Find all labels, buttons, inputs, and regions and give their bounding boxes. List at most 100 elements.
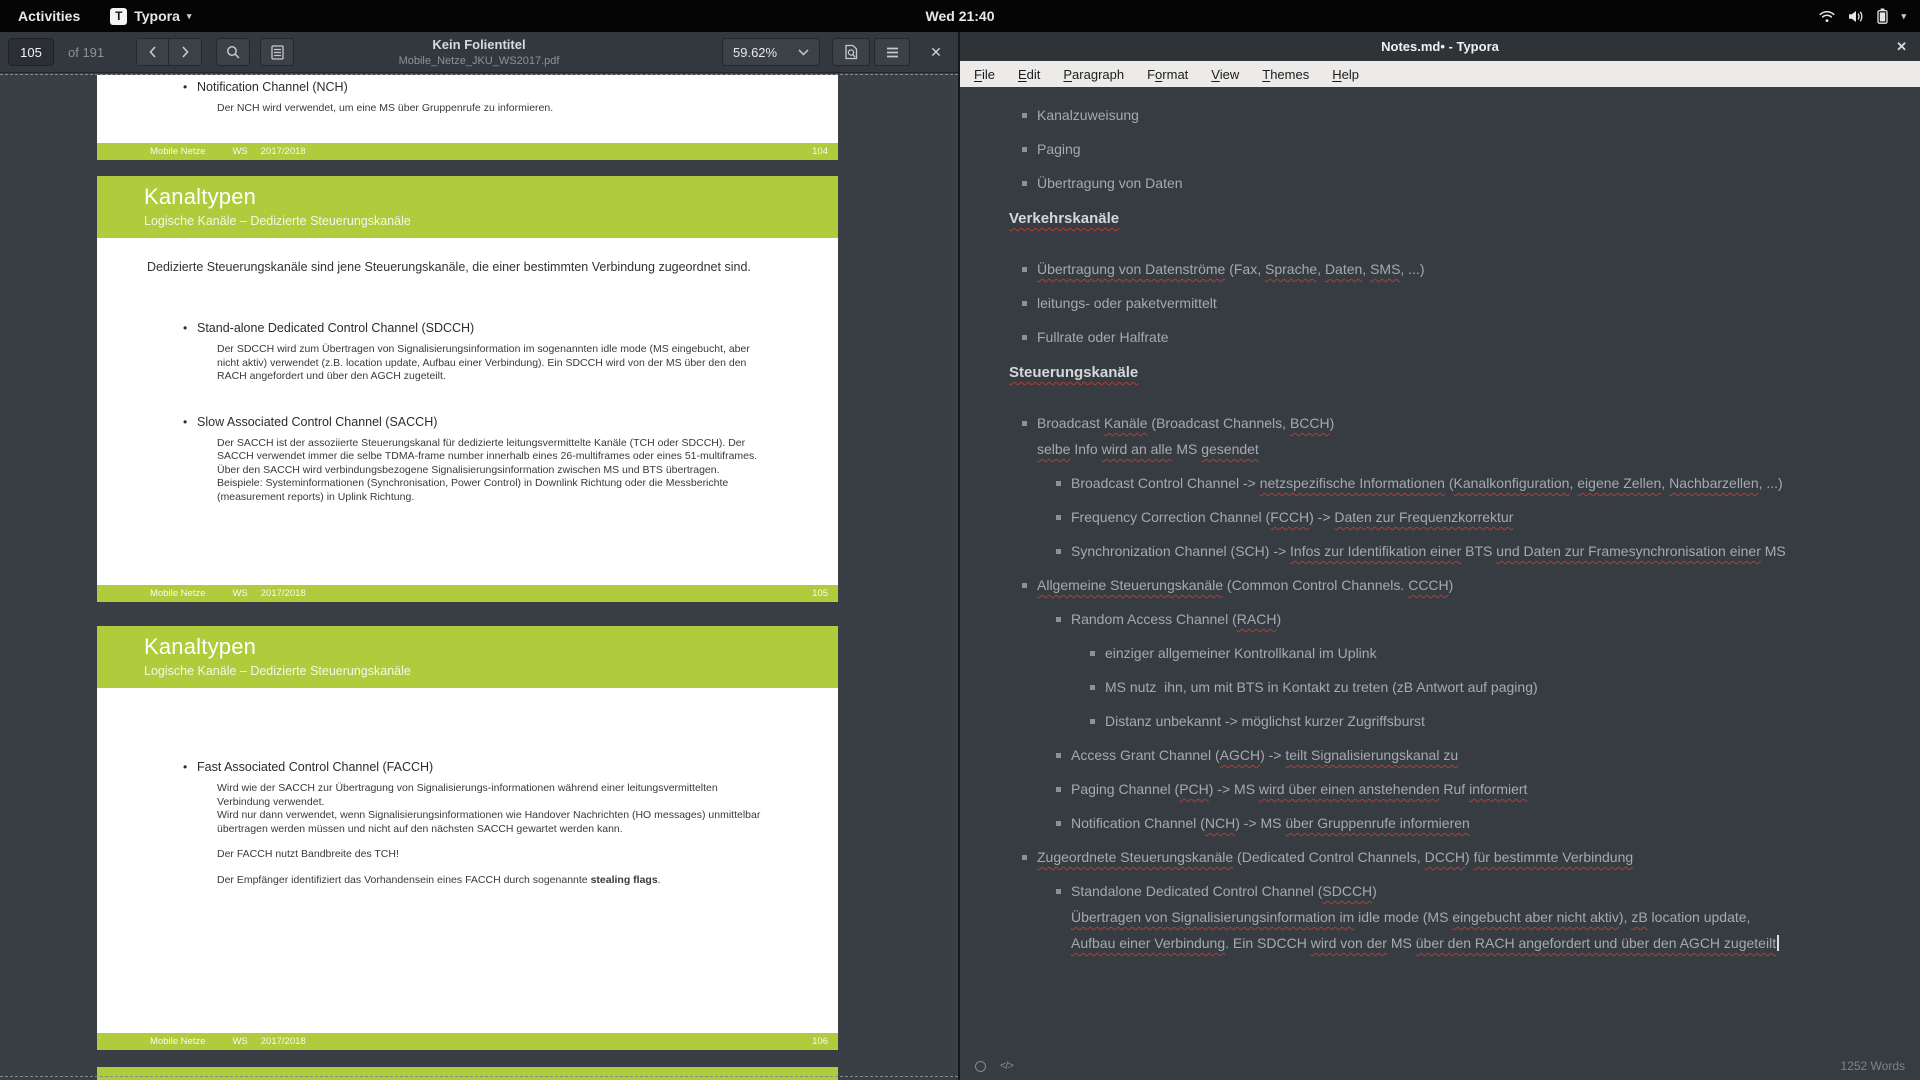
text-segment: ) [1465,849,1474,865]
text-segment: selbe [1037,441,1070,457]
text-segment: wird an alle [1102,441,1173,457]
text-segment: ) [1449,577,1454,593]
menu-themes[interactable]: Themes [1258,67,1313,82]
text-segment: ) [1372,883,1377,899]
note-line: selbe Info wird an alle MS gesendet [1037,439,1900,459]
text-segment: Notification Channel ( [1071,815,1205,831]
text-segment: stealing flags [591,874,658,886]
text-segment: MS [1761,543,1786,559]
menu-view[interactable]: View [1207,67,1243,82]
volume-icon [1848,10,1864,23]
note-line: Übertragung von Datenströme (Fax, Sprach… [1037,259,1900,279]
text-segment: Synchronization Channel (SCH) -> [1071,543,1290,559]
side-pane-toggle-button[interactable] [260,38,294,66]
typora-menu-bar: File Edit Paragraph Format View Themes Help [960,61,1920,87]
typora-title-bar[interactable]: Notes.md• - Typora ✕ [960,32,1920,61]
note-line: Übertragen von Signalisierungsinformatio… [1071,907,1900,927]
note-list-item: Synchronization Channel (SCH) -> Infos z… [1009,541,1900,561]
zoom-level-dropdown[interactable]: 59.62% [722,38,820,66]
text-segment: Random Access Channel ( [1071,611,1237,627]
chevron-down-icon: ▾ [187,11,192,22]
clock[interactable]: Wed 21:40 [0,8,1920,24]
text-segment: PCH [1179,781,1209,797]
text-segment: ) -> MS [1235,815,1285,831]
text-segment: wird über einen anstehenden [1259,781,1440,797]
slide-header: Kanaltypen Logische Kanäle – Dedizierte … [97,176,838,238]
source-code-mode-icon[interactable]: </> [1000,1060,1013,1072]
menu-button[interactable] [874,38,910,66]
close-window-button[interactable]: ✕ [921,38,951,66]
markdown-editor[interactable]: KanalzuweisungPagingÜbertragung von Date… [960,87,1920,1052]
text-segment: (Broadcast Channels, [1148,415,1290,431]
text-segment: Standalone Dedicated Control Channel ( [1071,883,1322,899]
activities-button[interactable]: Activities [0,0,98,32]
text-segment: AGCH [1220,747,1260,763]
text-segment: Kanäle [1104,415,1148,431]
slide-bullet-title: Slow Associated Control Channel (SACCH) [197,414,798,430]
footer-year: 2017/2018 [261,146,306,157]
pdf-viewer-window: of 191 Kein Folientitel Mobile_Netze_JKU… [0,32,959,1080]
slide-bullet-block: Slow Associated Control Channel (SACCH) D… [197,414,798,505]
footer-course: Mobile Netze [150,588,205,599]
text-segment: Der Empfänger identifiziert das Vorhande… [217,874,591,886]
app-menu-button[interactable]: T Typora ▾ [98,0,203,32]
menu-help[interactable]: Help [1328,67,1363,82]
footer-page-number: 105 [812,588,828,599]
slide-bullet-block: Fast Associated Control Channel (FACCH)W… [197,759,798,887]
text-segment: leitungs- oder paketvermittelt [1037,295,1217,311]
slide-paragraph: Der SACCH ist der assoziierte Steuerungs… [217,437,762,464]
note-list-item: MS nutz ihn, um mit BTS in Kontakt zu tr… [1009,677,1900,697]
note-line: Frequency Correction Channel (FCCH) -> D… [1071,507,1900,527]
note-line: Fullrate oder Halfrate [1037,327,1900,347]
slide-content: Fast Associated Control Channel (FACCH)W… [197,759,798,887]
document-title: Kein Folientitel [300,35,658,54]
menu-edit[interactable]: Edit [1014,67,1044,82]
text-segment: Übertragung von Datenströme [1037,261,1225,277]
outline-toggle-icon[interactable] [975,1061,986,1072]
menu-paragraph[interactable]: Paragraph [1059,67,1128,82]
menu-file[interactable]: File [970,67,999,82]
zoom-fit-page-button[interactable] [832,38,870,66]
slide-bullet-block: Notification Channel (NCH)Der NCH wird v… [197,79,798,116]
previous-page-button[interactable] [136,38,169,66]
slide-content: Stand-alone Dedicated Control Channel (S… [197,320,798,504]
text-segment: SMS [1370,261,1400,277]
text-segment: netzspezifische Informationen [1260,475,1445,491]
pdf-document-area[interactable]: Notification Channel (NCH)Der NCH wird v… [0,73,958,1080]
menu-format[interactable]: Format [1143,67,1192,82]
page-number-input[interactable] [8,38,54,66]
text-segment: DCCH [1425,849,1465,865]
text-segment: RACH [1237,611,1277,627]
text-segment: Daten zur Frequenzkorrektur [1334,509,1513,525]
next-page-button[interactable] [169,38,202,66]
text-segment: Broadcast Control Channel -> [1071,475,1260,491]
note-list-item: Notification Channel (NCH) -> MS über Gr… [1009,813,1900,833]
text-segment: Ruf [1440,781,1470,797]
search-button[interactable] [216,38,250,66]
note-list-item: Übertragung von Datenströme (Fax, Sprach… [1009,259,1900,279]
slide-content: Notification Channel (NCH)Der NCH wird v… [197,79,798,116]
close-window-button[interactable]: ✕ [1896,32,1907,61]
note-list-item: Distanz unbekannt -> möglichst kurzer Zu… [1009,711,1900,731]
note-list-item: Broadcast Kanäle (Broadcast Channels, BC… [1009,413,1900,459]
text-segment: gesendet [1201,441,1259,457]
pdf-page-107-sliver [97,1067,838,1080]
text-segment: Broadcast [1037,415,1104,431]
note-list-item: Allgemeine Steuerungskanäle (Common Cont… [1009,575,1900,595]
note-line: Aufbau einer Verbindung. Ein SDCCH wird … [1071,933,1900,953]
text-segment: NCH [1205,815,1235,831]
page-total-label: of 191 [62,38,110,66]
footer-course: Mobile Netze [150,146,205,157]
app-menu-label: Typora [134,8,180,24]
text-segment: MS [1172,441,1201,457]
text-segment: Steuerungskanäle [1009,364,1138,381]
slide-bullet-title: Fast Associated Control Channel (FACCH) [197,759,798,775]
zoom-level-value: 59.62% [733,45,777,60]
note-list-item: Broadcast Control Channel -> netzspezifi… [1009,473,1900,493]
system-tray[interactable]: ▾ [1819,8,1920,24]
text-segment: eigene Zellen [1577,475,1661,491]
chevron-down-icon [798,49,809,56]
note-line: Kanalzuweisung [1037,105,1900,125]
text-segment: , ...) [1759,475,1783,491]
slide-paragraph: Der FACCH nutzt Bandbreite des TCH! [217,848,762,862]
